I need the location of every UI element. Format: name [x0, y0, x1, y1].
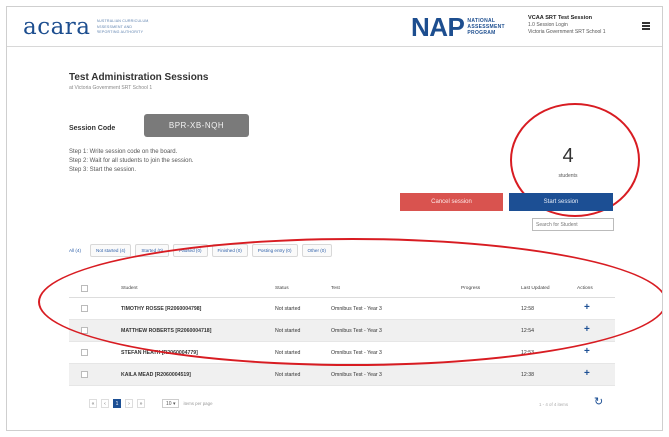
filter-paused[interactable]: Paused (0)	[173, 244, 208, 257]
mouse-cursor-icon: ↖	[661, 387, 662, 398]
start-session-button[interactable]: Start session	[509, 193, 613, 211]
nap-tagline: NATIONAL ASSESSMENT PROGRAM	[467, 18, 505, 36]
column-header-last-updated[interactable]: Last Updated	[521, 286, 550, 291]
cancel-session-button[interactable]: Cancel session	[400, 193, 503, 211]
student-last-updated: 12:58	[521, 306, 534, 312]
select-all-checkbox[interactable]	[81, 285, 88, 292]
student-test: Omnibus Test - Year 3	[331, 372, 382, 378]
session-steps: Step 1: Write session code on the board.…	[69, 148, 194, 175]
student-test: Omnibus Test - Year 3	[331, 328, 382, 334]
first-page-button[interactable]: «	[89, 399, 97, 408]
page-title: Test Administration Sessions	[69, 72, 209, 83]
pagination-range: 1 - 4 of 4 items	[539, 402, 569, 407]
row-checkbox[interactable]	[81, 327, 88, 334]
nap-wordmark: NAP	[411, 12, 465, 42]
table-row: KAILA MEAD [R2060004519] Not started Omn…	[69, 364, 615, 386]
session-level: 1.0 Session Login	[528, 22, 568, 28]
student-name: TIMOTHY ROSSE [R2060004798]	[121, 306, 202, 312]
plus-icon[interactable]: +	[584, 347, 590, 357]
hamburger-menu-icon[interactable]	[642, 22, 650, 30]
page-subtitle: at Victoria Government SRT School 1	[69, 85, 153, 91]
student-test: Omnibus Test - Year 3	[331, 306, 382, 312]
table-row: MATTHEW ROBERTS [R2060004718] Not starte…	[69, 320, 615, 342]
app-header: acara AUSTRALIAN CURRICULUM, ASSESSMENT …	[7, 7, 662, 47]
student-name: KAILA MEAD [R2060004519]	[121, 372, 191, 378]
acara-wordmark: acara	[23, 14, 91, 40]
student-status: Not started	[275, 372, 301, 378]
student-last-updated: 12:38	[521, 372, 534, 378]
plus-icon[interactable]: +	[584, 303, 590, 313]
filter-not-started[interactable]: Not started (4)	[90, 244, 132, 257]
student-last-updated: 12:54	[521, 328, 534, 334]
student-name: MATTHEW ROBERTS [R2060004718]	[121, 328, 212, 334]
step-1: Step 1: Write session code on the board.	[69, 149, 178, 155]
acara-logo: acara AUSTRALIAN CURRICULUM, ASSESSMENT …	[23, 15, 149, 39]
step-3: Step 3: Start the session.	[69, 167, 137, 173]
student-last-updated: 12:53	[521, 350, 534, 356]
session-code-badge: BPR-XB-NQH	[144, 114, 249, 137]
refresh-icon[interactable]: ↻	[594, 397, 603, 408]
per-page-select[interactable]: 10 ▾	[162, 399, 180, 408]
per-page-text: items per page	[183, 401, 213, 406]
last-page-button[interactable]: »	[137, 399, 145, 408]
filter-finished[interactable]: Finished (0)	[211, 244, 248, 257]
filter-other[interactable]: Other (0)	[301, 244, 332, 257]
plus-icon[interactable]: +	[584, 369, 590, 379]
students-table: Student Status Test Progress Last Update…	[69, 280, 615, 386]
row-checkbox[interactable]	[81, 305, 88, 312]
main-content: Test Administration Sessions at Victoria…	[7, 48, 662, 430]
student-name: STEFAN HEATH [R2060004779]	[121, 350, 198, 356]
next-page-button[interactable]: ›	[125, 399, 133, 408]
table-row: STEFAN HEATH [R2060004779] Not started O…	[69, 342, 615, 364]
student-test: Omnibus Test - Year 3	[331, 350, 382, 356]
row-checkbox[interactable]	[81, 349, 88, 356]
student-status: Not started	[275, 306, 301, 312]
student-search-input[interactable]	[532, 218, 614, 231]
student-count-label: students	[558, 173, 578, 179]
status-filter-tabs: All (4) Not started (4) Started (0) Paus…	[69, 244, 336, 257]
student-status: Not started	[275, 328, 301, 334]
column-header-actions: Actions	[577, 286, 593, 291]
plus-icon[interactable]: +	[584, 325, 590, 335]
step-2: Step 2: Wait for all students to join th…	[69, 158, 194, 164]
per-page-control: 10 ▾ items per page	[162, 399, 213, 408]
session-code-label: Session Code	[69, 125, 116, 132]
table-row: TIMOTHY ROSSE [R2060004798] Not started …	[69, 298, 615, 320]
filter-started[interactable]: Started (0)	[135, 244, 170, 257]
acara-tagline: AUSTRALIAN CURRICULUM, ASSESSMENT AND RE…	[96, 19, 149, 35]
row-checkbox[interactable]	[81, 371, 88, 378]
nap-logo: NAP NATIONAL ASSESSMENT PROGRAM	[411, 14, 505, 40]
filter-all[interactable]: All (4)	[69, 245, 86, 256]
session-school: Victoria Government SRT School 1	[528, 29, 606, 35]
column-header-student[interactable]: Student	[121, 286, 138, 291]
app-frame: acara AUSTRALIAN CURRICULUM, ASSESSMENT …	[6, 6, 663, 431]
column-header-test[interactable]: Test	[331, 286, 340, 291]
prev-page-button[interactable]: ‹	[101, 399, 109, 408]
filter-posting-entry[interactable]: Posting entry (0)	[251, 244, 298, 257]
page-1-button[interactable]: 1	[113, 399, 121, 408]
column-header-progress[interactable]: Progress	[461, 286, 480, 291]
student-status: Not started	[275, 350, 301, 356]
column-header-status[interactable]: Status	[275, 286, 289, 291]
pagination: « ‹ 1 › »	[89, 399, 145, 408]
session-name: VCAA SRT Test Session	[528, 15, 593, 21]
table-header: Student Status Test Progress Last Update…	[69, 280, 615, 298]
student-count-number: 4	[562, 145, 574, 167]
session-info: VCAA SRT Test Session 1.0 Session Login …	[528, 14, 606, 36]
